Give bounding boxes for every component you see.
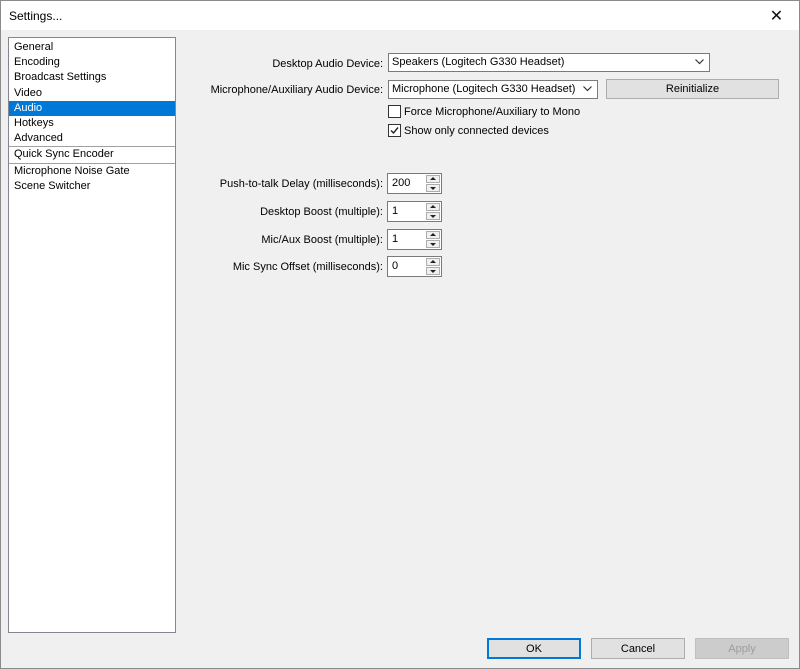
settings-category-list[interactable]: General Encoding Broadcast Settings Video Au… [8,37,176,633]
sidebar-item-advanced[interactable]: Advanced [9,131,175,146]
spin-up-icon[interactable] [426,203,440,211]
spin-down-icon[interactable] [426,212,440,220]
spin-up-icon[interactable] [426,231,440,239]
mic-sync-offset-spinbox[interactable]: 0 [387,256,442,277]
mic-sync-offset-value: 0 [392,260,399,272]
ptt-delay-value: 200 [392,177,411,189]
desktop-audio-device-label: Desktop Audio Device: [272,58,383,70]
reinitialize-button[interactable]: Reinitialize [606,79,779,99]
sidebar-item-broadcast-settings[interactable]: Broadcast Settings [9,70,175,85]
close-icon[interactable]: ✕ [754,1,799,30]
title-bar: Settings... ✕ [1,1,799,30]
mic-audio-device-select[interactable]: Microphone (Logitech G330 Headset) [388,80,598,99]
cancel-button[interactable]: Cancel [591,638,685,659]
desktop-boost-value: 1 [392,205,399,217]
desktop-boost-spinbox[interactable]: 1 [387,201,442,222]
chevron-down-icon [695,59,704,65]
sidebar-item-microphone-noise-gate[interactable]: Microphone Noise Gate [9,164,175,179]
connected-only-checkbox[interactable] [388,124,401,137]
desktop-boost-label: Desktop Boost (multiple): [260,206,383,218]
checkmark-icon [390,127,399,135]
mic-audio-device-label: Microphone/Auxiliary Audio Device: [210,84,383,96]
connected-only-row[interactable]: Show only connected devices [388,124,549,137]
ok-button[interactable]: OK [487,638,581,659]
mic-audio-device-value: Microphone (Logitech G330 Headset) [392,83,576,95]
desktop-audio-device-value: Speakers (Logitech G330 Headset) [392,56,565,68]
chevron-down-icon [583,86,592,92]
sidebar-item-audio[interactable]: Audio [9,100,175,116]
mic-boost-spinbox[interactable]: 1 [387,229,442,250]
mic-boost-label: Mic/Aux Boost (multiple): [261,234,383,246]
ptt-delay-label: Push-to-talk Delay (milliseconds): [219,178,383,190]
window-title: Settings... [9,9,63,23]
sidebar-item-hotkeys[interactable]: Hotkeys [9,116,175,131]
force-mono-checkbox[interactable] [388,105,401,118]
ptt-delay-spinbox[interactable]: 200 [387,173,442,194]
spin-up-icon[interactable] [426,175,440,183]
spin-down-icon[interactable] [426,184,440,192]
connected-only-label: Show only connected devices [404,124,549,137]
spin-down-icon[interactable] [426,240,440,248]
desktop-audio-device-select[interactable]: Speakers (Logitech G330 Headset) [388,53,710,72]
mic-sync-offset-label: Mic Sync Offset (milliseconds): [232,261,383,273]
force-mono-row[interactable]: Force Microphone/Auxiliary to Mono [388,105,580,118]
mic-boost-value: 1 [392,233,399,245]
force-mono-label: Force Microphone/Auxiliary to Mono [404,105,581,118]
sidebar-item-scene-switcher[interactable]: Scene Switcher [9,179,175,194]
apply-button[interactable]: Apply [695,638,789,659]
sidebar-item-encoding[interactable]: Encoding [9,55,175,70]
spin-up-icon[interactable] [426,258,440,266]
settings-window: Settings... ✕ General Encoding Broadcast S… [0,0,800,669]
sidebar-item-general[interactable]: General [9,40,175,55]
spin-down-icon[interactable] [426,267,440,275]
sidebar-item-quick-sync-encoder[interactable]: Quick Sync Encoder [9,147,175,162]
sidebar-item-video[interactable]: Video [9,86,175,101]
